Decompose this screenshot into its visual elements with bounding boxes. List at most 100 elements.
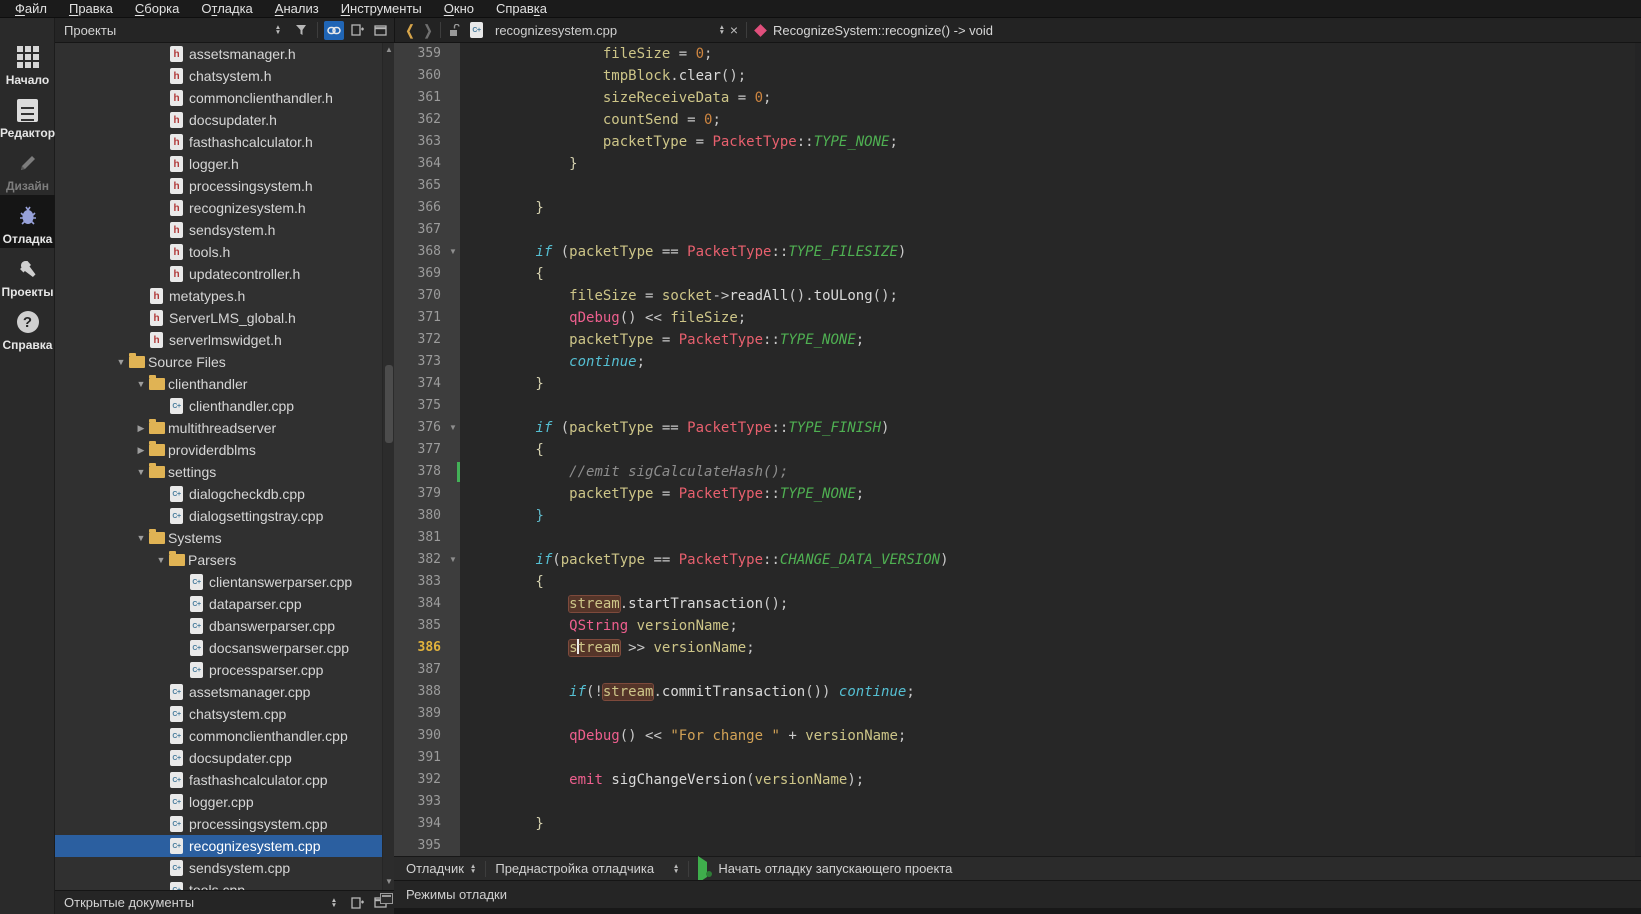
tree-item-assetsmanager.cpp[interactable]: C+assetsmanager.cpp <box>55 681 382 703</box>
code-line-377[interactable]: 377 { <box>394 439 1641 461</box>
tree-item-fasthashcalculator.h[interactable]: hfasthashcalculator.h <box>55 131 382 153</box>
tree-item-docsupdater.cpp[interactable]: C+docsupdater.cpp <box>55 747 382 769</box>
tree-item-recognizesystem.h[interactable]: hrecognizesystem.h <box>55 197 382 219</box>
split-add-icon[interactable] <box>347 21 367 40</box>
code-line-394[interactable]: 394 } <box>394 813 1641 835</box>
mode-отладка[interactable]: Отладка <box>0 195 55 248</box>
code-line-386[interactable]: 386 stream >> versionName; <box>394 637 1641 659</box>
tree-item-serverlmswidget.h[interactable]: hserverlmswidget.h <box>55 329 382 351</box>
close-document-button[interactable]: × <box>725 22 743 38</box>
tree-item-tools.cpp[interactable]: C+tools.cpp <box>55 879 382 890</box>
code-line-373[interactable]: 373 continue; <box>394 351 1641 373</box>
tree-item-Parsers[interactable]: ▼Parsers <box>55 549 382 571</box>
mode-начало[interactable]: Начало <box>0 36 55 89</box>
editor-scrollbar[interactable] <box>1635 43 1641 856</box>
mode-редактор[interactable]: Редактор <box>0 89 55 142</box>
code-line-393[interactable]: 393 <box>394 791 1641 813</box>
tree-item-dialogsettingstray.cpp[interactable]: C+dialogsettingstray.cpp <box>55 505 382 527</box>
mode-дизайн[interactable]: Дизайн <box>0 142 55 195</box>
tree-item-ServerLMS_global.h[interactable]: hServerLMS_global.h <box>55 307 382 329</box>
code-line-378[interactable]: 378 //emit sigCalculateHash(); <box>394 461 1641 483</box>
menu-7[interactable]: Окно <box>433 0 485 18</box>
code-line-369[interactable]: 369 { <box>394 263 1641 285</box>
tree-item-metatypes.h[interactable]: hmetatypes.h <box>55 285 382 307</box>
code-line-385[interactable]: 385 QString versionName; <box>394 615 1641 637</box>
code-line-389[interactable]: 389 <box>394 703 1641 725</box>
tree-item-commonclienthandler.h[interactable]: hcommonclienthandler.h <box>55 87 382 109</box>
code-line-366[interactable]: 366 } <box>394 197 1641 219</box>
menu-2[interactable]: Правка <box>58 0 124 18</box>
split-add-icon[interactable] <box>347 893 367 912</box>
code-line-359[interactable]: 359 fileSize = 0; <box>394 43 1641 65</box>
tree-item-chatsystem.cpp[interactable]: C+chatsystem.cpp <box>55 703 382 725</box>
tree-item-Systems[interactable]: ▼Systems <box>55 527 382 549</box>
code-line-383[interactable]: 383 { <box>394 571 1641 593</box>
code-line-388[interactable]: 388 if(!stream.commitTransaction()) cont… <box>394 681 1641 703</box>
tree-scrollbar[interactable]: ▲ ▼ <box>382 43 394 890</box>
code-line-364[interactable]: 364 } <box>394 153 1641 175</box>
code-line-382[interactable]: 382▼ if(packetType == PacketType::CHANGE… <box>394 549 1641 571</box>
tree-item-processparser.cpp[interactable]: C+processparser.cpp <box>55 659 382 681</box>
scrollbar-thumb[interactable] <box>385 365 393 443</box>
code-line-380[interactable]: 380 } <box>394 505 1641 527</box>
tree-item-multithreadserver[interactable]: ▶multithreadserver <box>55 417 382 439</box>
tree-item-sendsystem.h[interactable]: hsendsystem.h <box>55 219 382 241</box>
tree-item-commonclienthandler.cpp[interactable]: C+commonclienthandler.cpp <box>55 725 382 747</box>
filter-icon[interactable] <box>291 21 311 40</box>
tree-item-clienthandler[interactable]: ▼clienthandler <box>55 373 382 395</box>
mode-проекты[interactable]: Проекты <box>0 248 55 301</box>
tree-item-processingsystem.h[interactable]: hprocessingsystem.h <box>55 175 382 197</box>
tree-item-sendsystem.cpp[interactable]: C+sendsystem.cpp <box>55 857 382 879</box>
tree-item-Source Files[interactable]: ▼Source Files <box>55 351 382 373</box>
current-symbol[interactable]: RecognizeSystem::recognize() -> void <box>773 23 993 38</box>
debugger-preset-selector[interactable]: Преднастройка отладчика ▲▼ <box>489 861 685 876</box>
unlocked-padlock-icon[interactable] <box>448 24 460 37</box>
code-line-363[interactable]: 363 packetType = PacketType::TYPE_NONE; <box>394 131 1641 153</box>
code-line-381[interactable]: 381 <box>394 527 1641 549</box>
tree-item-fasthashcalculator.cpp[interactable]: C+fasthashcalculator.cpp <box>55 769 382 791</box>
tree-item-clienthandler.cpp[interactable]: C+clienthandler.cpp <box>55 395 382 417</box>
tree-item-clientanswerparser.cpp[interactable]: C+clientanswerparser.cpp <box>55 571 382 593</box>
code-line-387[interactable]: 387 <box>394 659 1641 681</box>
code-line-361[interactable]: 361 sizeReceiveData = 0; <box>394 87 1641 109</box>
mode-справка[interactable]: ?Справка <box>0 301 55 354</box>
expand-open-icon[interactable]: ▼ <box>113 357 129 367</box>
menu-5[interactable]: Анализ <box>264 0 330 18</box>
sort-updown-icon[interactable]: ▲▼ <box>324 893 344 912</box>
nav-back-button[interactable]: ❬ <box>401 22 419 39</box>
code-line-390[interactable]: 390 qDebug() << "For change " + versionN… <box>394 725 1641 747</box>
code-line-376[interactable]: 376▼ if (packetType == PacketType::TYPE_… <box>394 417 1641 439</box>
expand-closed-icon[interactable]: ▶ <box>133 445 149 456</box>
expand-open-icon[interactable]: ▼ <box>133 467 149 477</box>
open-file-selector[interactable]: C+ recognizesystem.cpp ▲▼ <box>470 22 725 38</box>
menu-3[interactable]: Сборка <box>124 0 191 18</box>
window-panel-icon[interactable] <box>380 893 393 904</box>
menu-1[interactable]: Файл <box>4 0 58 18</box>
fold-arrow-icon[interactable]: ▼ <box>446 417 460 439</box>
code-line-384[interactable]: 384 stream.startTransaction(); <box>394 593 1641 615</box>
code-line-360[interactable]: 360 tmpBlock.clear(); <box>394 65 1641 87</box>
sort-updown-icon[interactable]: ▲▼ <box>268 21 288 40</box>
code-line-374[interactable]: 374 } <box>394 373 1641 395</box>
tree-item-recognizesystem.cpp[interactable]: C+recognizesystem.cpp <box>55 835 382 857</box>
start-debug-button[interactable]: Начать отладку запускающего проекта <box>692 861 958 876</box>
code-line-368[interactable]: 368▼ if (packetType == PacketType::TYPE_… <box>394 241 1641 263</box>
code-line-372[interactable]: 372 packetType = PacketType::TYPE_NONE; <box>394 329 1641 351</box>
code-line-365[interactable]: 365 <box>394 175 1641 197</box>
nav-forward-button[interactable]: ❭ <box>419 22 437 39</box>
menu-6[interactable]: Инструменты <box>330 0 433 18</box>
code-line-375[interactable]: 375 <box>394 395 1641 417</box>
fold-arrow-icon[interactable]: ▼ <box>446 241 460 263</box>
project-tree[interactable]: hassetsmanager.hhchatsystem.hhcommonclie… <box>55 43 382 890</box>
code-line-370[interactable]: 370 fileSize = socket->readAll().toULong… <box>394 285 1641 307</box>
code-line-379[interactable]: 379 packetType = PacketType::TYPE_NONE; <box>394 483 1641 505</box>
tree-item-updatecontroller.h[interactable]: hupdatecontroller.h <box>55 263 382 285</box>
tree-item-dataparser.cpp[interactable]: C+dataparser.cpp <box>55 593 382 615</box>
code-line-367[interactable]: 367 <box>394 219 1641 241</box>
menu-8[interactable]: Справка <box>485 0 558 18</box>
code-line-391[interactable]: 391 <box>394 747 1641 769</box>
tree-item-processingsystem.cpp[interactable]: C+processingsystem.cpp <box>55 813 382 835</box>
tree-item-chatsystem.h[interactable]: hchatsystem.h <box>55 65 382 87</box>
tree-item-tools.h[interactable]: htools.h <box>55 241 382 263</box>
code-editor[interactable]: 359 fileSize = 0;360 tmpBlock.clear();36… <box>394 43 1641 856</box>
